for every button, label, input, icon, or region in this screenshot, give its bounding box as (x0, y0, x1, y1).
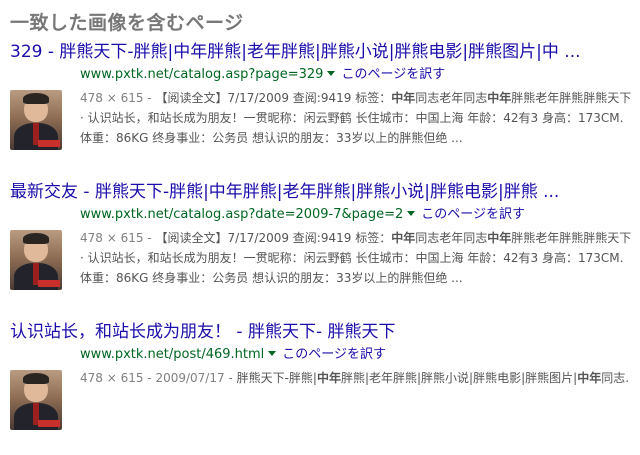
result-title-link[interactable]: 329 - 胖熊天下-胖熊|中年胖熊|老年胖熊|胖熊小说|胖熊电影|胖熊图片|中… (10, 40, 632, 64)
snippet-highlight: 中年 (487, 231, 512, 245)
image-meta: 478 × 615 - 2009/07/17 - (80, 371, 237, 385)
result-url[interactable]: www.pxtk.net/post/469.html (80, 347, 264, 362)
result-thumbnail-image[interactable] (10, 230, 62, 290)
result-thumbnail-image[interactable] (10, 90, 62, 150)
snippet-text: 【阅读全文】7/17/2009 查阅:9419 标签： (155, 231, 392, 245)
snippet-text: 胖熊|老年胖熊|胖熊小说|胖熊电影|胖熊图片| (340, 371, 578, 385)
result-body: www.pxtk.net/catalog.asp?date=2009-7&pag… (10, 204, 632, 292)
thumbnail-hair (23, 93, 49, 104)
snippet-highlight: 中年 (577, 371, 602, 385)
snippet-highlight: 中年 (391, 91, 416, 105)
translate-page-link[interactable]: このページを訳す (341, 67, 445, 82)
image-meta: 478 × 615 - (80, 91, 156, 105)
search-result: 最新交友 - 胖熊天下-胖熊|中年胖熊|老年胖熊|胖熊小说|胖熊电影|胖熊 ..… (10, 180, 632, 292)
result-url-row: www.pxtk.net/catalog.asp?page=329 このページを訳… (80, 66, 445, 84)
snippet-highlight: 中年 (391, 231, 416, 245)
thumbnail-hair (23, 373, 49, 384)
url-dropdown-caret-icon[interactable] (407, 211, 416, 216)
snippet-text: 同志老年同志 (415, 231, 488, 245)
thumbnail-hair (23, 233, 49, 244)
result-snippet: 478 × 615 - 2009/07/17 - 胖熊天下-胖熊|中年胖熊|老年… (80, 368, 632, 388)
snippet-text: 同志老年同志 (415, 91, 488, 105)
section-heading: 一致した画像を含むページ (10, 12, 244, 34)
result-url-row: www.pxtk.net/post/469.html このページを訳す (80, 346, 386, 364)
search-result: 329 - 胖熊天下-胖熊|中年胖熊|老年胖熊|胖熊小说|胖熊电影|胖熊图片|中… (10, 40, 632, 152)
thumbnail-stamp (38, 140, 60, 147)
snippet-highlight: 中年 (487, 91, 512, 105)
url-dropdown-caret-icon[interactable] (268, 351, 277, 356)
result-title-link[interactable]: 认识站长，和站长成为朋友！ - 胖熊天下- 胖熊天下 (10, 320, 632, 344)
search-result: 认识站长，和站长成为朋友！ - 胖熊天下- 胖熊天下 www.pxtk.net/… (10, 320, 632, 432)
snippet-text: 【阅读全文】7/17/2009 查阅:9419 标签： (155, 91, 392, 105)
thumbnail-stamp (38, 420, 60, 427)
snippet-highlight: 中年 (316, 371, 341, 385)
result-body: www.pxtk.net/catalog.asp?page=329 このページを訳… (10, 64, 632, 152)
snippet-text: 同志. (601, 371, 630, 385)
translate-page-link[interactable]: このページを訳す (421, 207, 525, 222)
result-title-link[interactable]: 最新交友 - 胖熊天下-胖熊|中年胖熊|老年胖熊|胖熊小说|胖熊电影|胖熊 ..… (10, 180, 632, 204)
translate-page-link[interactable]: このページを訳す (282, 347, 386, 362)
result-url[interactable]: www.pxtk.net/catalog.asp?date=2009-7&pag… (80, 207, 403, 222)
result-thumbnail-image[interactable] (10, 370, 62, 430)
result-snippet: 478 × 615 - 【阅读全文】7/17/2009 查阅:9419 标签：中… (80, 88, 632, 148)
thumbnail-stamp (38, 280, 60, 287)
snippet-text: 胖熊天下-胖熊| (236, 371, 317, 385)
url-dropdown-caret-icon[interactable] (327, 71, 336, 76)
result-url[interactable]: www.pxtk.net/catalog.asp?page=329 (80, 67, 323, 82)
image-meta: 478 × 615 - (80, 231, 156, 245)
result-url-row: www.pxtk.net/catalog.asp?date=2009-7&pag… (80, 206, 525, 224)
result-body: www.pxtk.net/post/469.html このページを訳す 478 ×… (10, 344, 632, 432)
result-snippet: 478 × 615 - 【阅读全文】7/17/2009 查阅:9419 标签：中… (80, 228, 632, 288)
